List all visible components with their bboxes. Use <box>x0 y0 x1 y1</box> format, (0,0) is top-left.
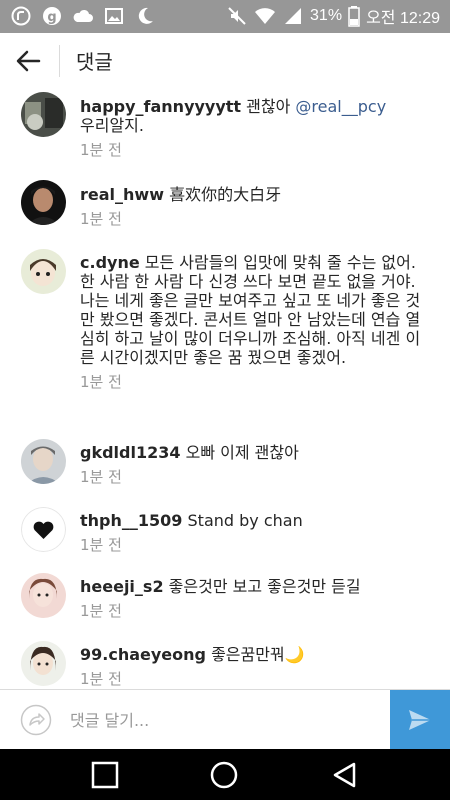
comment-list[interactable]: happy_fannyyyytt 괜찮아 @real__pcy 우리알지. 1분… <box>0 89 450 689</box>
app-header: 댓글 <box>0 33 450 89</box>
avatar[interactable] <box>21 249 66 294</box>
clock: 오전 12:29 <box>366 10 440 27</box>
avatar[interactable] <box>21 641 66 686</box>
avatar[interactable] <box>21 507 66 552</box>
comment-time: 1분 전 <box>80 536 122 554</box>
comment-content: thph__1509 Stand by chan 1분 전 <box>80 511 425 555</box>
comment-input[interactable] <box>70 700 380 740</box>
comment-username[interactable]: gkdldl1234 <box>80 443 181 462</box>
cloud-icon <box>73 9 93 22</box>
system-status: 31% 오전 12:29 <box>226 4 440 28</box>
avatar[interactable] <box>21 180 66 225</box>
home-icon[interactable] <box>209 760 239 790</box>
comment-item: 99.chaeyeong 좋은꿈만꿔🌙 1분 전 <box>0 641 450 689</box>
comment-time: 1분 전 <box>80 602 122 620</box>
mute-icon <box>228 7 246 25</box>
comment-content: real_hww 喜欢你的大白牙 1분 전 <box>80 185 425 229</box>
comment-text: 오빠 이제 괜찮아 <box>185 443 299 462</box>
comment-composer <box>0 689 450 750</box>
svg-text:g: g <box>47 10 56 25</box>
back-arrow-icon <box>16 50 41 72</box>
status-bar: g 31% 오전 12:29 <box>0 0 450 33</box>
comment-text-continued: 우리알지. <box>80 116 144 135</box>
comment-username[interactable]: real_hww <box>80 185 164 204</box>
comment-text: Stand by chan <box>187 511 303 530</box>
comment-item: c.dyne 모든 사람들의 입맛에 맞춰 줄 수는 없어. 한 사람 한 사람… <box>0 249 450 429</box>
comment-content: gkdldl1234 오빠 이제 괜찮아 1분 전 <box>80 443 425 487</box>
comment-text: 喜欢你的大白牙 <box>169 185 282 204</box>
comment-time: 1분 전 <box>80 141 122 159</box>
navigation-bar <box>0 749 450 800</box>
g-app-icon: g <box>43 7 61 25</box>
comment-username[interactable]: c.dyne <box>80 253 140 272</box>
facebook-messenger-icon <box>11 6 31 26</box>
header-divider <box>59 45 60 77</box>
comment-item: real_hww 喜欢你的大白牙 1분 전 <box>0 177 450 247</box>
comment-content: 99.chaeyeong 좋은꿈만꿔🌙 1분 전 <box>80 645 425 689</box>
comment-time: 1분 전 <box>80 373 122 391</box>
user-avatar-icon <box>20 704 52 736</box>
comment-username[interactable]: heeeji_s2 <box>80 577 164 596</box>
comment-content: happy_fannyyyytt 괜찮아 @real__pcy 우리알지. 1분… <box>80 97 425 160</box>
comment-text: 괜찮아 <box>246 97 296 116</box>
comment-username[interactable]: 99.chaeyeong <box>80 645 206 664</box>
comment-username[interactable]: thph__1509 <box>80 511 182 530</box>
page-title: 댓글 <box>76 50 113 74</box>
comment-content: heeeji_s2 좋은것만 보고 좋은것만 듣길 1분 전 <box>80 577 425 621</box>
notification-icons: g <box>10 5 156 27</box>
battery-icon <box>348 6 360 27</box>
send-button[interactable] <box>390 690 450 750</box>
avatar[interactable] <box>21 92 66 137</box>
back-button[interactable] <box>13 45 45 77</box>
comment-item: happy_fannyyyytt 괜찮아 @real__pcy 우리알지. 1분… <box>0 89 450 169</box>
comment-text: 좋은것만 보고 좋은것만 듣길 <box>168 577 361 596</box>
back-nav-icon[interactable] <box>330 760 360 790</box>
recent-apps-icon[interactable] <box>90 760 120 790</box>
avatar[interactable] <box>21 573 66 618</box>
signal-icon <box>285 8 302 24</box>
avatar[interactable] <box>21 439 66 484</box>
comment-item: thph__1509 Stand by chan 1분 전 <box>0 507 450 567</box>
image-icon <box>105 8 123 24</box>
comment-time: 1분 전 <box>80 468 122 486</box>
comment-text: 좋은꿈만꿔🌙 <box>211 645 305 664</box>
comment-item: heeeji_s2 좋은것만 보고 좋은것만 듣길 1분 전 <box>0 573 450 633</box>
comment-time: 1분 전 <box>80 210 122 228</box>
moon-icon <box>138 7 153 24</box>
comment-time: 1분 전 <box>80 670 122 688</box>
send-icon <box>409 710 431 730</box>
comment-mention[interactable]: @real__pcy <box>295 97 386 116</box>
comment-username[interactable]: happy_fannyyyytt <box>80 97 241 116</box>
wifi-icon <box>255 8 276 24</box>
comment-item: gkdldl1234 오빠 이제 괜찮아 1분 전 <box>0 439 450 499</box>
battery-percent: 31% <box>310 7 343 24</box>
comment-content: c.dyne 모든 사람들의 입맛에 맞춰 줄 수는 없어. 한 사람 한 사람… <box>80 253 425 392</box>
